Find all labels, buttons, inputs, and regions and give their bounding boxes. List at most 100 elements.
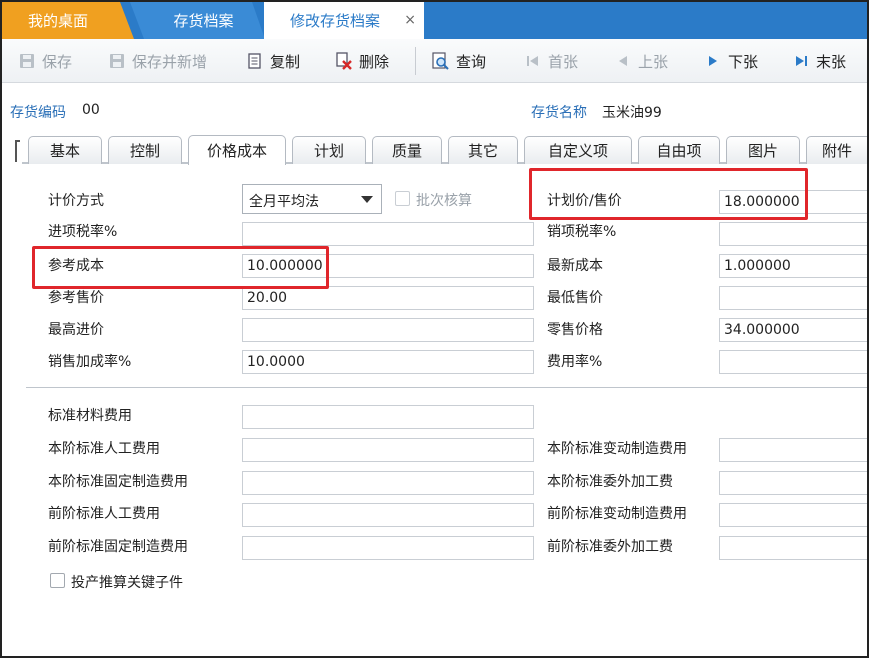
prev-std-var-mfg-cost-input[interactable] (719, 503, 867, 527)
first-record-button[interactable]: 首张 (524, 39, 578, 83)
save-label: 保存 (42, 52, 73, 71)
cur-std-labor-cost-input[interactable] (242, 438, 534, 462)
delete-label: 删除 (359, 52, 390, 71)
tab-edit-inventory-archive[interactable]: 修改存货档案 × (264, 2, 424, 39)
sales-markup-rate-input[interactable]: 10.0000 (242, 350, 534, 374)
last-record-label: 末张 (816, 52, 847, 71)
tab-images[interactable]: 图片 (726, 136, 800, 164)
tab-plan-label: 计划 (313, 142, 344, 160)
tab-quality-label: 质量 (391, 142, 422, 160)
tab-control[interactable]: 控制 (108, 136, 182, 164)
pricing-method-value: 全月平均法 (249, 194, 319, 210)
pricing-method-select[interactable]: 全月平均法 (242, 184, 382, 214)
floppy-disk-icon (18, 52, 36, 70)
next-record-button[interactable]: 下张 (704, 39, 758, 83)
tab-inventory-archive[interactable]: 存货档案 (130, 2, 265, 39)
minimum-price-label: 最低售价 (547, 290, 603, 306)
copy-button[interactable]: 复制 (246, 39, 300, 83)
prev-std-fixed-mfg-cost-label: 前阶标准固定制造费用 (48, 539, 188, 555)
max-purchase-price-label: 最高进价 (48, 322, 104, 338)
pricing-method-label: 计价方式 (48, 193, 104, 209)
sales-markup-rate-label: 销售加成率% (48, 354, 132, 370)
batch-accounting-checkbox[interactable] (395, 191, 410, 206)
toolbar-separator (415, 47, 416, 75)
prev-std-outsource-cost-label: 前阶标准委外加工费 (547, 539, 673, 555)
std-material-cost-input[interactable] (242, 405, 534, 429)
input-tax-rate-label: 进项税率% (48, 224, 118, 240)
prev-std-fixed-mfg-cost-input[interactable] (242, 536, 534, 560)
skip-to-last-icon (792, 52, 810, 70)
copy-label: 复制 (270, 52, 301, 71)
tab-free-items-label: 自由项 (656, 142, 702, 160)
previous-record-label: 上张 (638, 52, 669, 71)
prev-std-outsource-cost-input[interactable] (719, 536, 867, 560)
highlight-box-reference-cost (32, 246, 329, 289)
close-icon[interactable]: × (404, 12, 416, 28)
inventory-code-label: 存货编码 (10, 105, 66, 121)
window-frame: 我的桌面 存货档案 修改存货档案 × 保存 保存并新增 复制 删除 查询 首张 … (0, 0, 869, 658)
cur-std-outsource-cost-input[interactable] (719, 471, 867, 495)
cur-std-outsource-cost-label: 本阶标准委外加工费 (547, 474, 673, 490)
tab-basic-label: 基本 (49, 142, 80, 160)
minimum-price-input[interactable] (719, 286, 867, 310)
max-purchase-price-input[interactable] (242, 318, 534, 342)
save-and-new-button[interactable]: 保存并新增 (108, 39, 207, 83)
search-icon (432, 52, 450, 70)
save-and-new-label: 保存并新增 (132, 52, 208, 71)
triangle-right-icon (704, 52, 722, 70)
tab-home[interactable]: 我的桌面 (2, 2, 134, 39)
reference-price-input[interactable]: 20.00 (242, 286, 534, 310)
cur-std-var-mfg-cost-label: 本阶标准变动制造费用 (547, 441, 687, 457)
query-label: 查询 (456, 52, 487, 71)
toolbar: 保存 保存并新增 复制 删除 查询 首张 上张 下张 末张 (2, 39, 867, 83)
tab-images-label: 图片 (747, 142, 778, 160)
expense-rate-input[interactable] (719, 350, 867, 374)
tab-attachments[interactable]: 附件 (806, 136, 867, 164)
cur-std-fixed-mfg-cost-input[interactable] (242, 471, 534, 495)
tab-archive-label: 存货档案 (173, 12, 234, 30)
tab-price-cost[interactable]: 价格成本 (188, 135, 286, 165)
triangle-left-icon (614, 52, 632, 70)
inventory-code-value: 00 (82, 102, 100, 118)
prev-std-labor-cost-label: 前阶标准人工费用 (48, 506, 160, 522)
tab-free-items[interactable]: 自由项 (638, 136, 720, 164)
tab-other-label: 其它 (467, 142, 498, 160)
key-subpart-checkbox[interactable] (50, 573, 65, 588)
tab-control-label: 控制 (129, 142, 160, 160)
inventory-name-label: 存货名称 (531, 105, 587, 121)
cur-std-fixed-mfg-cost-label: 本阶标准固定制造费用 (48, 474, 188, 490)
latest-cost-input[interactable]: 1.000000 (719, 254, 867, 278)
tab-price-cost-label: 价格成本 (206, 142, 267, 160)
cur-std-labor-cost-label: 本阶标准人工费用 (48, 441, 160, 457)
inner-tab-strip: 基本 控制 价格成本 计划 质量 其它 自定义项 自由项 图片 附件 (2, 134, 867, 165)
save-new-icon (108, 52, 126, 70)
highlight-box-planned-price (529, 168, 808, 220)
output-tax-rate-label: 销项税率% (547, 224, 617, 240)
first-record-label: 首张 (548, 52, 579, 71)
previous-record-button[interactable]: 上张 (614, 39, 668, 83)
input-tax-rate-input[interactable] (242, 222, 534, 246)
copy-icon (246, 52, 264, 70)
delete-button[interactable]: 删除 (335, 39, 389, 83)
tab-other[interactable]: 其它 (448, 136, 518, 164)
prev-std-var-mfg-cost-label: 前阶标准变动制造费用 (547, 506, 687, 522)
latest-cost-label: 最新成本 (547, 258, 603, 274)
query-button[interactable]: 查询 (432, 39, 486, 83)
last-record-button[interactable]: 末张 (792, 39, 846, 83)
retail-price-label: 零售价格 (547, 322, 603, 338)
tab-attachments-label: 附件 (821, 142, 852, 160)
cur-std-var-mfg-cost-input[interactable] (719, 438, 867, 462)
tab-edit-label: 修改存货档案 (290, 12, 381, 30)
reference-price-label: 参考售价 (48, 290, 104, 306)
tab-quality[interactable]: 质量 (372, 136, 442, 164)
delete-icon (335, 52, 353, 70)
tab-custom-items[interactable]: 自定义项 (524, 136, 632, 164)
tab-home-label: 我的桌面 (28, 12, 89, 30)
output-tax-rate-input[interactable] (719, 222, 867, 246)
save-button[interactable]: 保存 (18, 39, 72, 83)
tab-plan[interactable]: 计划 (292, 136, 366, 164)
retail-price-input[interactable]: 34.000000 (719, 318, 867, 342)
tab-basic[interactable]: 基本 (28, 136, 102, 164)
prev-std-labor-cost-input[interactable] (242, 503, 534, 527)
section-divider (26, 387, 867, 388)
